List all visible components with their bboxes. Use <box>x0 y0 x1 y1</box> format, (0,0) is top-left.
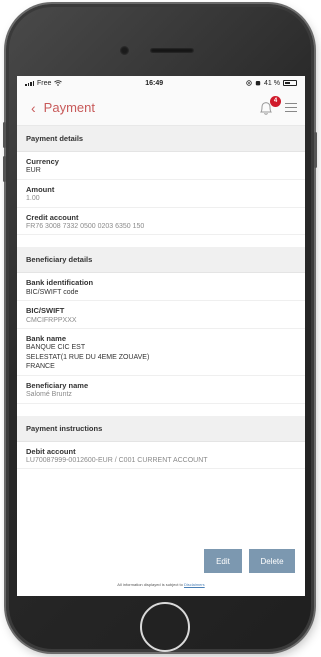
credit-account-value: FR76 3008 7332 0500 0203 6350 150 <box>26 223 145 230</box>
bank-name-line-1: BANQUE CIC EST <box>26 344 86 352</box>
bank-identification-value: BIC/SWIFT code <box>26 288 79 296</box>
field-bank-name: Bank name BANQUE CIC EST SELESTAT(1 RUE … <box>17 329 305 376</box>
status-left: Free <box>25 79 63 87</box>
debit-account-value: LU70087999-0012600-EUR / C001 CURRENT AC… <box>26 456 208 464</box>
field-bank-identification: Bank identification BIC/SWIFT code <box>17 273 305 302</box>
earpiece-speaker <box>150 48 194 53</box>
hamburger-menu-icon[interactable] <box>285 102 297 113</box>
alarm-icon <box>255 81 261 86</box>
bank-name-line-3: FRANCE <box>26 363 55 371</box>
status-bar: Free 16:49 41 % <box>17 76 305 90</box>
notification-badge: 4 <box>270 95 281 107</box>
bic-swift-value: CMCIFRPPXXX <box>26 316 77 324</box>
currency-value: EUR <box>26 167 41 175</box>
delete-button[interactable]: Delete <box>249 549 295 573</box>
payment-content[interactable]: Payment details Currency EUR Amount 1.00… <box>17 126 305 568</box>
page-title: Payment <box>43 100 95 115</box>
battery-percent: 41 % <box>264 79 280 87</box>
section-header-payment-instructions: Payment instructions <box>17 415 305 442</box>
edit-button[interactable]: Edit <box>204 549 242 573</box>
section-header-beneficiary-details: Beneficiary details <box>17 247 305 274</box>
bic-swift-label: BIC/SWIFT <box>26 306 65 316</box>
credit-account-label: Credit account <box>26 212 79 222</box>
section-spacer <box>17 403 305 416</box>
field-currency: Currency EUR <box>17 152 305 180</box>
field-credit-account: Credit account FR76 3008 7332 0500 0203 … <box>17 208 305 236</box>
location-icon <box>246 80 252 86</box>
nav-bar: ‹ Payment 4 <box>17 90 305 126</box>
debit-account-label: Debit account <box>26 446 76 456</box>
action-bar: Edit Delete <box>17 542 305 580</box>
field-bic-swift: BIC/SWIFT CMCIFRPPXXX <box>17 301 305 330</box>
power-button <box>314 132 317 168</box>
bank-name-line-2: SELESTAT(1 RUE DU 4EME ZOUAVE) <box>26 353 150 361</box>
clock: 16:49 <box>145 79 164 87</box>
app-screen: Free 16:49 41 % ‹ Payment 4 Payment deta… <box>17 76 305 596</box>
volume-down-button <box>3 156 6 182</box>
notifications-button[interactable]: 4 <box>257 95 281 117</box>
carrier-label: Free <box>37 79 52 87</box>
field-beneficiary-name: Beneficiary name Salomé Bruntz <box>17 376 305 404</box>
beneficiary-name-label: Beneficiary name <box>26 380 89 390</box>
field-amount: Amount 1.00 <box>17 180 305 208</box>
section-spacer <box>17 235 305 248</box>
bank-identification-label: Bank identification <box>26 278 94 288</box>
beneficiary-name-value: Salomé Bruntz <box>26 391 72 399</box>
back-button[interactable]: ‹ Payment <box>31 100 95 115</box>
disclaimer-text: All information displayed is subject to <box>117 582 183 587</box>
bank-name-label: Bank name <box>26 334 67 344</box>
disclaimer: All information displayed is subject to … <box>17 582 305 587</box>
volume-up-button <box>3 122 6 148</box>
signal-icon <box>25 80 34 86</box>
battery-icon <box>283 80 297 86</box>
currency-label: Currency <box>26 157 59 166</box>
nav-actions: 4 <box>257 95 297 117</box>
home-button[interactable] <box>140 602 190 652</box>
amount-label: Amount <box>26 184 55 194</box>
status-right: 41 % <box>246 80 297 87</box>
disclaimer-link[interactable]: Disclaimers <box>184 582 205 587</box>
amount-value: 1.00 <box>26 195 40 203</box>
front-camera <box>120 46 129 55</box>
section-header-payment-details: Payment details <box>17 126 305 152</box>
field-debit-account: Debit account LU70087999-0012600-EUR / C… <box>17 442 305 470</box>
chevron-left-icon: ‹ <box>31 99 36 116</box>
wifi-icon <box>54 80 63 86</box>
